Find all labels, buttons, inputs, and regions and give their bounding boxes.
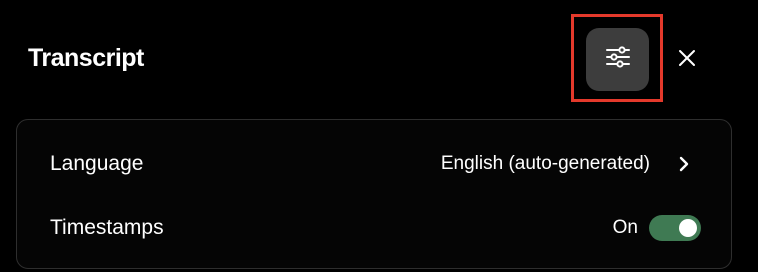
language-label: Language (50, 152, 144, 175)
sliders-icon (605, 46, 631, 73)
toggle-knob (679, 219, 697, 237)
transcript-panel: Transcript Language English (auto-genera… (0, 0, 758, 272)
chevron-right-icon (677, 155, 691, 173)
language-menu-item[interactable]: Language English (auto-generated) (17, 139, 731, 189)
close-icon (678, 49, 696, 72)
close-button[interactable] (672, 45, 702, 75)
timestamps-menu-item[interactable]: Timestamps On (17, 203, 731, 253)
language-value: English (auto-generated) (440, 153, 650, 174)
timestamps-toggle[interactable] (649, 215, 701, 241)
timestamps-label: Timestamps (50, 216, 164, 239)
transcript-settings-menu: Language English (auto-generated) Timest… (16, 119, 732, 269)
timestamps-value: On (612, 217, 638, 238)
transcript-settings-button[interactable] (586, 28, 649, 91)
panel-title: Transcript (28, 44, 144, 72)
